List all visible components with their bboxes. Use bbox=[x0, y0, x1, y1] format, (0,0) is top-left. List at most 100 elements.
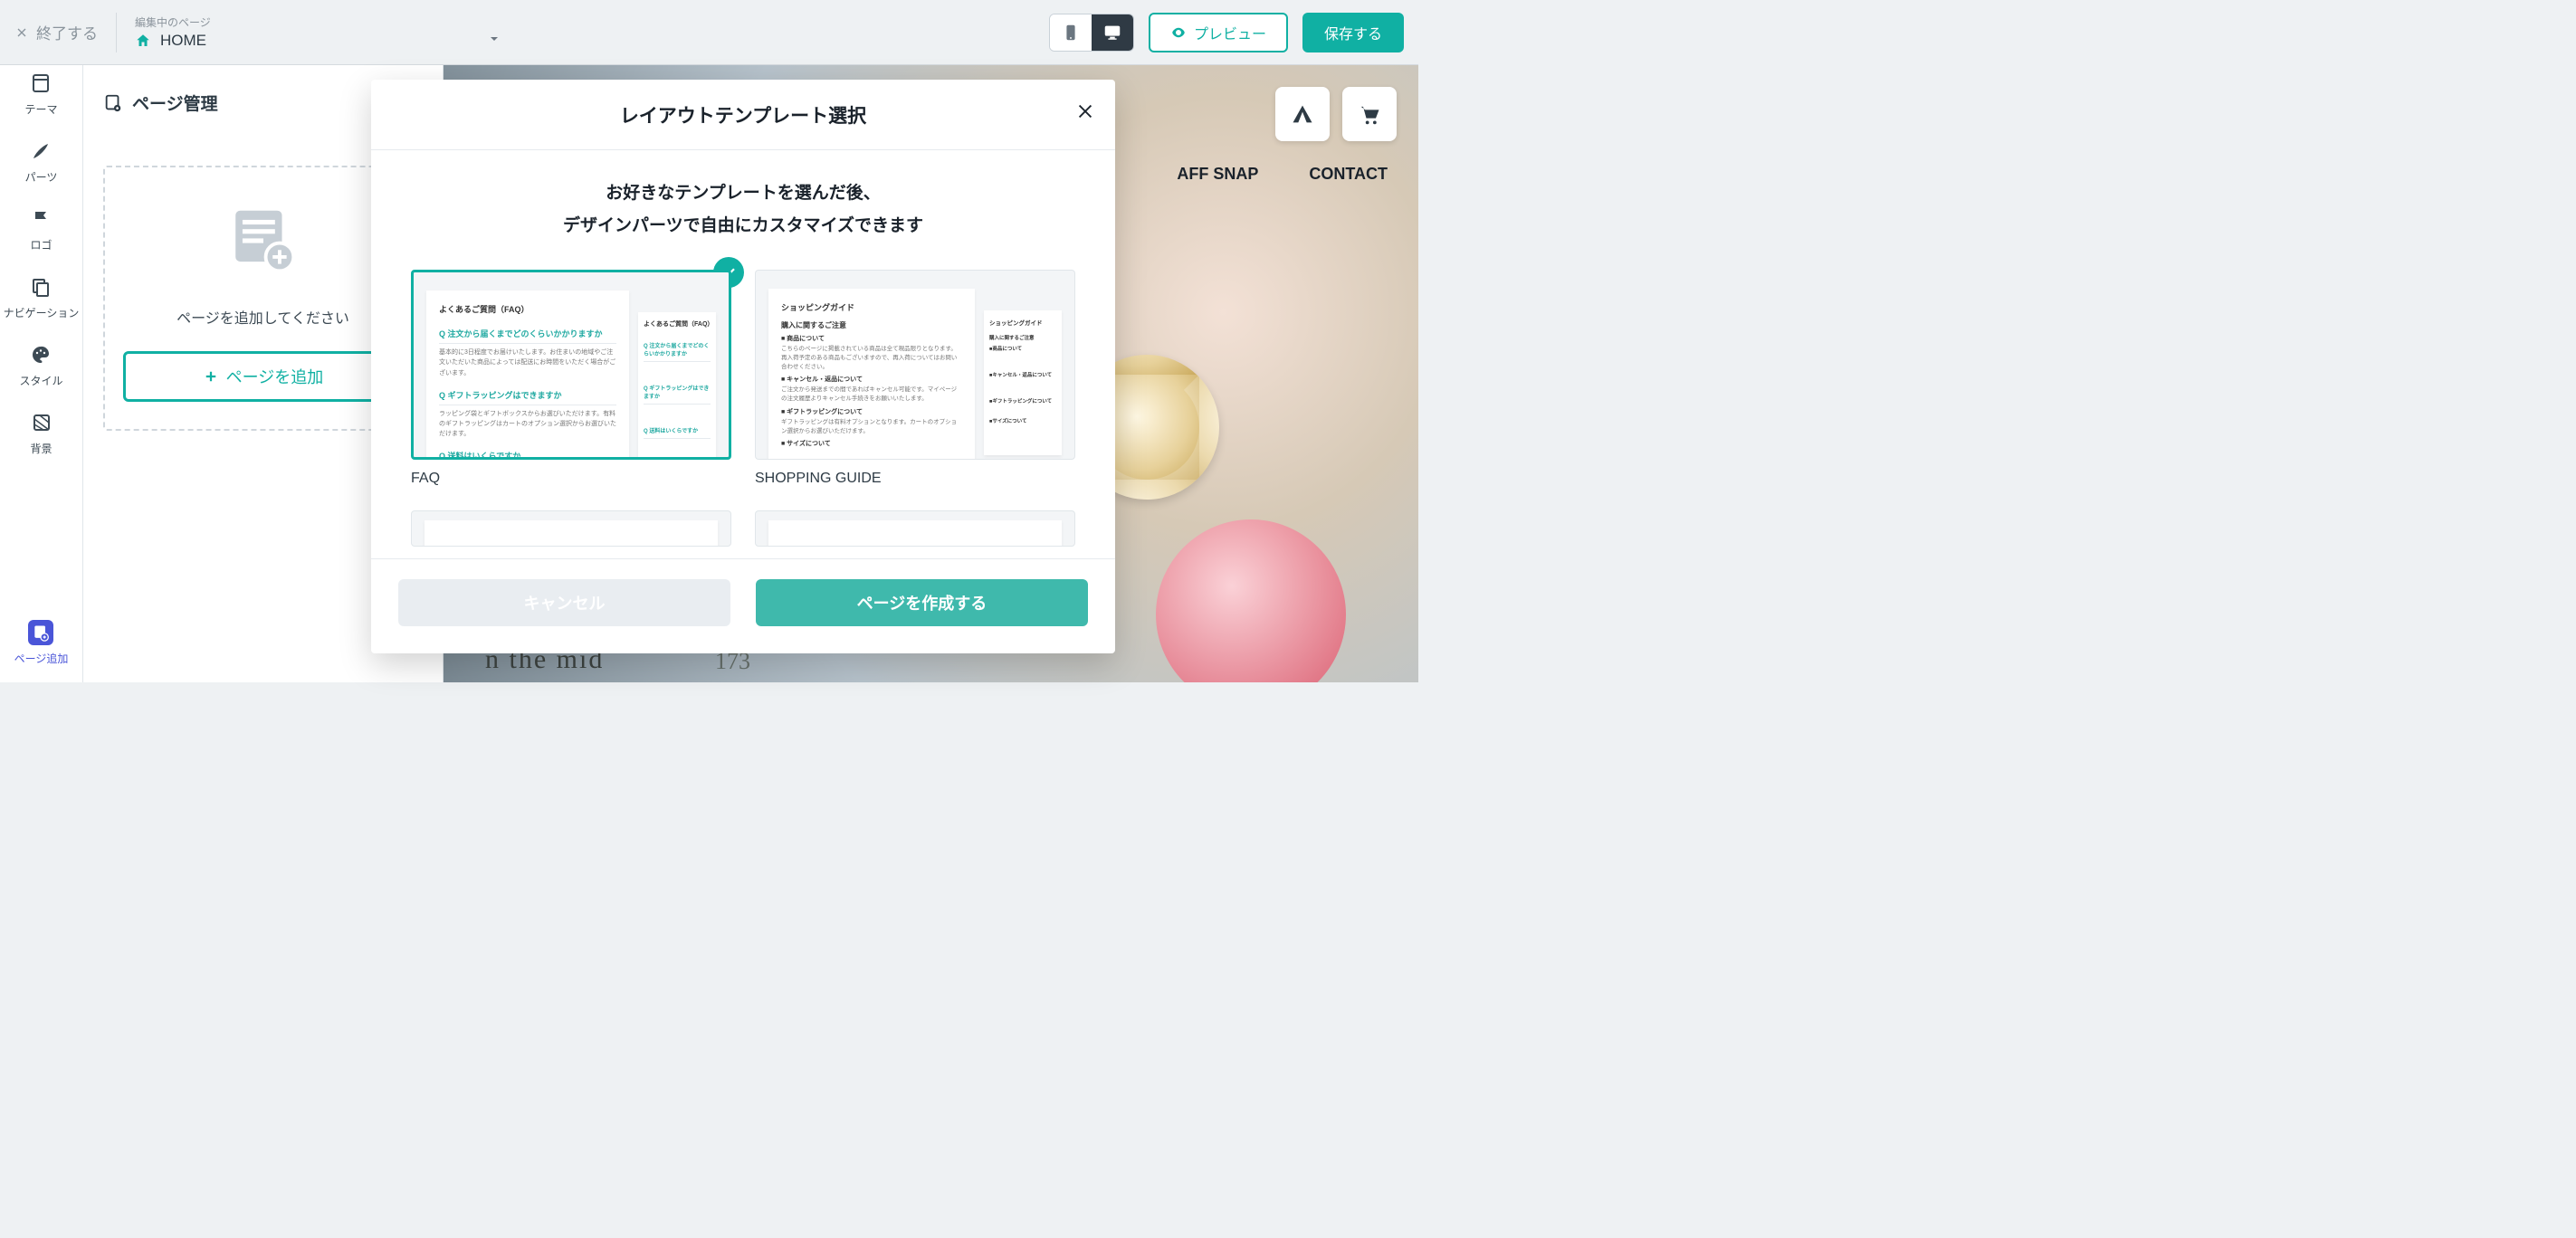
nav-logo[interactable]: ロゴ bbox=[29, 206, 54, 252]
cart-icon bbox=[1357, 101, 1382, 127]
nav-label: パーツ bbox=[25, 169, 58, 185]
site-logo-chip[interactable] bbox=[1275, 87, 1330, 141]
page-manage-icon bbox=[103, 93, 123, 113]
template-preview-card: ショッピングガイド 購入に関するご注意 ■ 商品について こちらのページに掲載さ… bbox=[755, 270, 1075, 460]
mobile-icon bbox=[1061, 23, 1081, 43]
preview-button[interactable]: プレビュー bbox=[1149, 13, 1288, 52]
home-icon bbox=[135, 33, 151, 49]
chevron-down-icon bbox=[487, 32, 501, 51]
preview-heading: ショッピングガイド bbox=[989, 318, 1056, 327]
preview-sec: ■ サイズについて bbox=[781, 439, 962, 448]
site-nav-item[interactable]: CONTACT bbox=[1309, 165, 1388, 184]
preview-mobile: よくあるご質問（FAQ） Q 注文から届くまでどのくらいかかりますか Q ギフト… bbox=[638, 312, 716, 457]
site-nav: AFF SNAP CONTACT bbox=[1177, 165, 1388, 184]
preview-p: ご注文から発送までの間であればキャンセル可能です。マイページの注文履歴よりキャン… bbox=[781, 386, 962, 404]
add-page-button[interactable]: ページを追加 bbox=[123, 351, 403, 402]
template-grid: よくあるご質問（FAQ） Q 注文から届くまでどのくらいかかりますか 基本的に3… bbox=[411, 270, 1075, 547]
pages-icon bbox=[28, 274, 53, 300]
nav-theme[interactable]: テーマ bbox=[24, 71, 57, 117]
preview-a: ラッピング袋とギフトボックスからお選びいただけます。有料のギフトラッピングはカー… bbox=[439, 405, 616, 445]
template-preview-card bbox=[411, 510, 731, 547]
preview-a: 基本的に3日程度でお届けいたします。お住まいの地域やご注文いただいた商品によって… bbox=[439, 344, 616, 384]
modal-header: レイアウトテンプレート選択 bbox=[371, 80, 1115, 150]
modal-footer: キャンセル ページを作成する bbox=[371, 558, 1115, 653]
exit-label: 終了する bbox=[36, 21, 98, 43]
preview-sec: ■商品について bbox=[989, 345, 1056, 352]
template-placeholder[interactable] bbox=[411, 510, 731, 547]
modal-intro: お好きなテンプレートを選んだ後、 デザインパーツで自由にカスタマイズできます bbox=[411, 177, 1075, 243]
page-picker-label: 編集中のページ bbox=[135, 14, 501, 30]
preview-p: ギフトラッピングは有料オプションとなります。カートのオプション選択からお選びいた… bbox=[781, 418, 962, 436]
preview-sec: ■ キャンセル・返品について bbox=[781, 375, 962, 384]
palette-icon bbox=[28, 342, 53, 367]
preview-heading: ショッピングガイド bbox=[781, 301, 962, 313]
preview-desktop: よくあるご質問（FAQ） Q 注文から届くまでどのくらいかかりますか 基本的に3… bbox=[426, 290, 629, 460]
eye-icon bbox=[1170, 24, 1187, 41]
nav-navigation[interactable]: ナビゲーション bbox=[4, 274, 80, 320]
site-cart-chip[interactable] bbox=[1342, 87, 1397, 141]
device-mobile-button[interactable] bbox=[1050, 14, 1092, 51]
background-icon bbox=[29, 410, 54, 435]
nav-add-page[interactable]: ページ追加 bbox=[14, 620, 69, 666]
preview-label: プレビュー bbox=[1194, 22, 1266, 43]
flag-icon bbox=[29, 206, 54, 232]
modal-intro-line1: お好きなテンプレートを選んだ後、 bbox=[411, 177, 1075, 210]
left-nav: テーマ パーツ ロゴ ナビゲーション スタイル 背景 ページ追加 bbox=[0, 65, 83, 682]
nav-background[interactable]: 背景 bbox=[29, 410, 54, 456]
desktop-icon bbox=[1102, 23, 1122, 43]
nav-style[interactable]: スタイル bbox=[19, 342, 62, 388]
close-icon bbox=[14, 25, 29, 40]
preview-sec: ■ギフトラッピングについて bbox=[989, 397, 1056, 405]
preview-heading: よくあるご質問（FAQ） bbox=[439, 303, 616, 315]
add-page-icon bbox=[28, 620, 53, 645]
modal-body[interactable]: お好きなテンプレートを選んだ後、 デザインパーツで自由にカスタマイズできます よ… bbox=[371, 150, 1115, 558]
preview-p: こちらのページに掲載されている商品は全て現品限りとなります。再入荷予定のある商品… bbox=[781, 345, 962, 371]
preview-q: Q ギフトラッピングはできますか bbox=[439, 384, 616, 405]
add-page-illustration bbox=[226, 204, 301, 282]
preview-q: Q 注文から届くまでどのくらいかかりますか bbox=[644, 336, 711, 362]
preview-q: Q 注文から届くまでどのくらいかかりますか bbox=[439, 322, 616, 344]
nav-parts[interactable]: パーツ bbox=[25, 138, 58, 185]
modal-intro-line2: デザインパーツで自由にカスタマイズできます bbox=[411, 210, 1075, 243]
cancel-label: キャンセル bbox=[524, 591, 606, 614]
device-toggle bbox=[1049, 14, 1134, 52]
preview-sec: ■ ギフトラッピングについて bbox=[781, 407, 962, 416]
preview-sub: 購入に関するご注意 bbox=[989, 334, 1056, 341]
preview-heading: よくあるご質問（FAQ） bbox=[644, 319, 711, 329]
preview-q: Q ギフトラッピングはできますか bbox=[644, 378, 711, 405]
site-nav-item[interactable]: AFF SNAP bbox=[1177, 165, 1258, 184]
add-page-hint: ページを追加してください bbox=[177, 306, 349, 328]
nav-label: ロゴ bbox=[30, 237, 52, 252]
template-placeholder[interactable] bbox=[755, 510, 1075, 547]
template-faq[interactable]: よくあるご質問（FAQ） Q 注文から届くまでどのくらいかかりますか 基本的に3… bbox=[411, 270, 731, 487]
decorative-gem bbox=[1156, 519, 1346, 682]
preview-mobile: ショッピングガイド 購入に関するご注意 ■商品について ■キャンセル・返品につい… bbox=[984, 310, 1062, 455]
template-preview-card bbox=[755, 510, 1075, 547]
brush-icon bbox=[28, 138, 53, 164]
nav-label: スタイル bbox=[19, 373, 62, 388]
save-label: 保存する bbox=[1324, 22, 1382, 43]
tent-icon bbox=[1290, 101, 1315, 127]
create-page-label: ページを作成する bbox=[857, 591, 987, 614]
nav-label: テーマ bbox=[24, 101, 57, 117]
device-desktop-button[interactable] bbox=[1092, 14, 1133, 51]
plus-icon bbox=[203, 368, 219, 385]
modal-title: レイアウトテンプレート選択 bbox=[620, 101, 866, 129]
topbar-right: プレビュー 保存する bbox=[1049, 13, 1404, 52]
cancel-button[interactable]: キャンセル bbox=[398, 579, 730, 626]
template-label: FAQ bbox=[411, 471, 731, 487]
theme-icon bbox=[28, 71, 53, 96]
preview-sec: ■ 商品について bbox=[781, 334, 962, 343]
nav-label: ナビゲーション bbox=[4, 305, 80, 320]
save-button[interactable]: 保存する bbox=[1302, 13, 1404, 52]
site-header-icons bbox=[1275, 87, 1397, 141]
create-page-button[interactable]: ページを作成する bbox=[756, 579, 1088, 626]
page-picker[interactable]: 編集中のページ HOME bbox=[135, 14, 501, 51]
template-label: SHOPPING GUIDE bbox=[755, 471, 1075, 487]
template-modal: レイアウトテンプレート選択 お好きなテンプレートを選んだ後、 デザインパーツで自… bbox=[371, 80, 1115, 653]
exit-button[interactable]: 終了する bbox=[14, 21, 98, 43]
modal-close-button[interactable] bbox=[1075, 101, 1095, 126]
template-preview-card: よくあるご質問（FAQ） Q 注文から届くまでどのくらいかかりますか 基本的に3… bbox=[411, 270, 731, 460]
top-bar: 終了する 編集中のページ HOME プレビュー 保存する bbox=[0, 0, 1418, 65]
template-shopping-guide[interactable]: ショッピングガイド 購入に関するご注意 ■ 商品について こちらのページに掲載さ… bbox=[755, 270, 1075, 487]
